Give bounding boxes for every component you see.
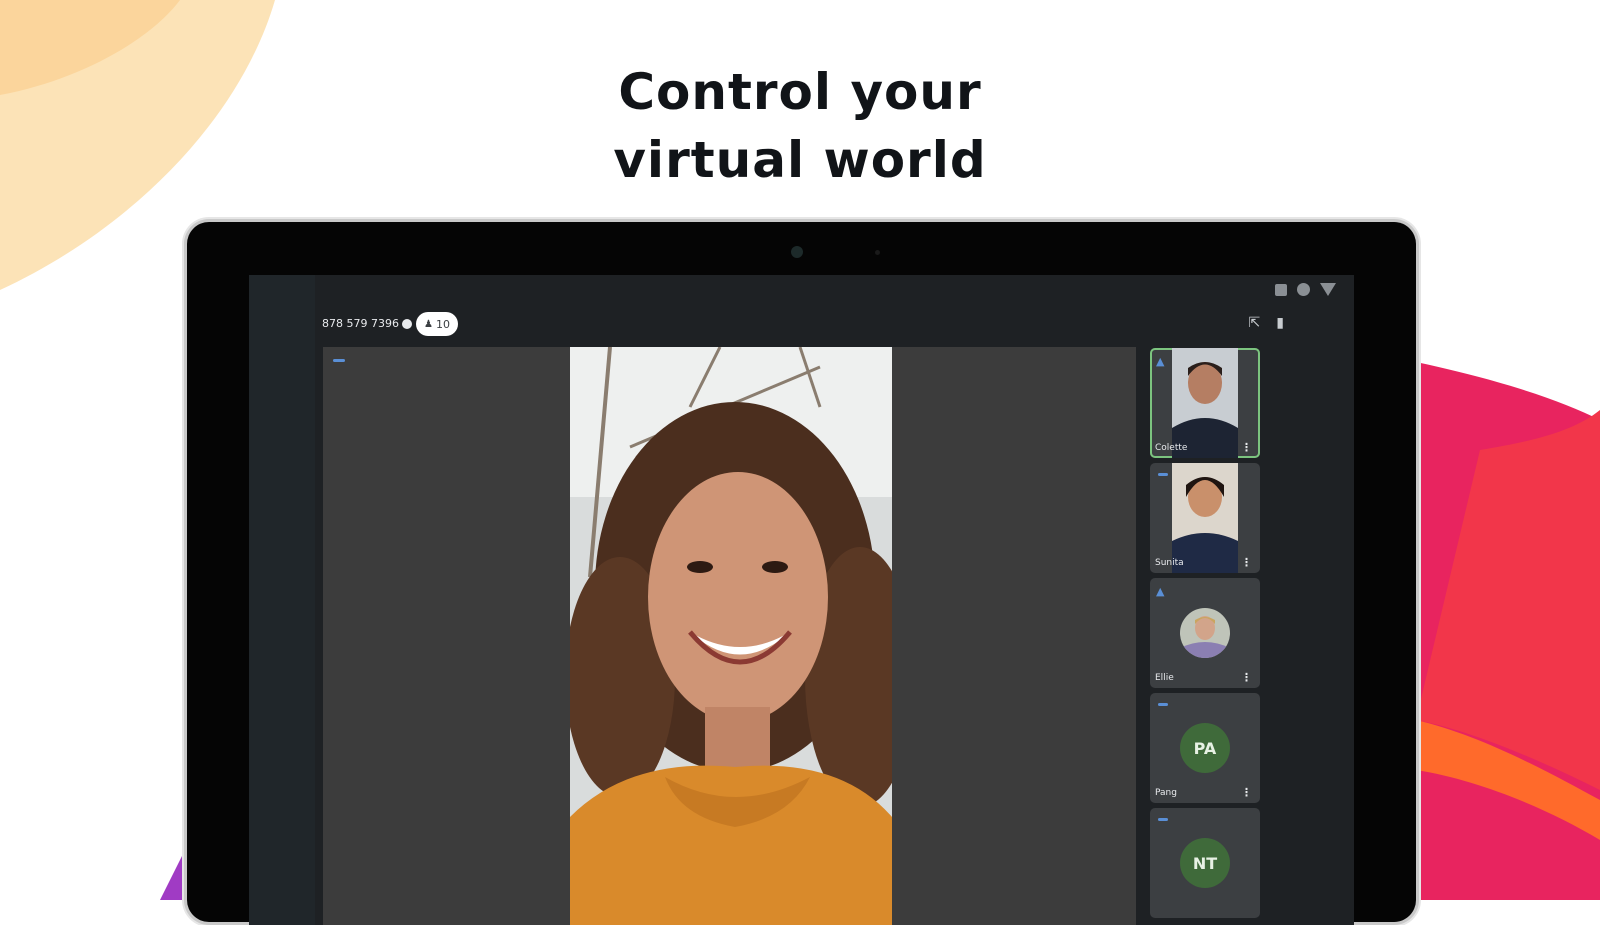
participant-name: Sunita bbox=[1155, 558, 1184, 568]
participant-photo bbox=[1172, 348, 1238, 458]
speaker-icon: ▲ bbox=[1156, 585, 1165, 598]
switch-camera-icon[interactable]: ⇱ bbox=[1249, 315, 1261, 331]
headline: Control your virtual world bbox=[500, 58, 1100, 194]
participant-tile-2[interactable]: Sunita ⋮ bbox=[1150, 463, 1260, 573]
info-icon bbox=[401, 318, 412, 329]
mic-muted-icon bbox=[1158, 818, 1168, 821]
speaker-portrait bbox=[570, 347, 892, 925]
top-controls: ⇱ ▮ bbox=[1249, 315, 1284, 331]
participants-button[interactable]: ♟ 10 bbox=[416, 312, 458, 336]
more-vert-icon[interactable]: ⋮ bbox=[1241, 441, 1252, 454]
more-vert-icon[interactable]: ⋮ bbox=[1241, 671, 1252, 684]
participant-name: Ellie bbox=[1155, 673, 1174, 683]
participant-tile-5[interactable]: NT bbox=[1150, 808, 1260, 918]
participant-name: Pang bbox=[1155, 788, 1177, 798]
participant-name: Colette bbox=[1155, 443, 1188, 453]
camera-lens bbox=[791, 246, 803, 258]
more-vert-icon[interactable]: ⋮ bbox=[1241, 556, 1252, 569]
headline-line-2: virtual world bbox=[613, 131, 987, 189]
mic-muted-icon bbox=[1158, 703, 1168, 706]
wifi-icon bbox=[1320, 283, 1336, 296]
speaker-icon: ▲ bbox=[1156, 355, 1165, 368]
headline-line-1: Control your bbox=[618, 63, 982, 121]
ambient-sensor bbox=[875, 250, 880, 255]
mic-muted-icon bbox=[1158, 473, 1168, 476]
participant-avatar bbox=[1180, 608, 1230, 658]
audio-icon[interactable]: ▮ bbox=[1276, 315, 1284, 331]
side-rail bbox=[249, 275, 315, 925]
main-speaker-video[interactable] bbox=[570, 347, 892, 925]
participant-tile-3[interactable]: ▲ Ellie ⋮ bbox=[1150, 578, 1260, 688]
main-video-stage bbox=[323, 347, 1136, 925]
tablet-device: 878 579 7396 ♟ 10 ⇱ ▮ ▲ Colette ⋮ Sunita… bbox=[187, 222, 1416, 925]
meeting-id-text: 878 579 7396 bbox=[322, 317, 399, 330]
meeting-screen: 878 579 7396 ♟ 10 ⇱ ▮ ▲ Colette ⋮ Sunita… bbox=[249, 275, 1354, 925]
people-icon: ♟ bbox=[424, 318, 433, 330]
system-status-bar bbox=[1275, 283, 1336, 296]
participant-initials: NT bbox=[1180, 838, 1230, 888]
participant-count: 10 bbox=[435, 317, 450, 331]
participant-initials: PA bbox=[1180, 723, 1230, 773]
participant-tile-4[interactable]: PA Pang ⋮ bbox=[1150, 693, 1260, 803]
dnd-icon bbox=[1297, 283, 1310, 296]
more-vert-icon[interactable]: ⋮ bbox=[1241, 786, 1252, 799]
meeting-id[interactable]: 878 579 7396 bbox=[322, 317, 412, 330]
recording-icon bbox=[1275, 283, 1287, 296]
participant-tile-1[interactable]: ▲ Colette ⋮ bbox=[1150, 348, 1260, 458]
participant-photo bbox=[1172, 463, 1238, 573]
mic-icon bbox=[333, 359, 345, 362]
